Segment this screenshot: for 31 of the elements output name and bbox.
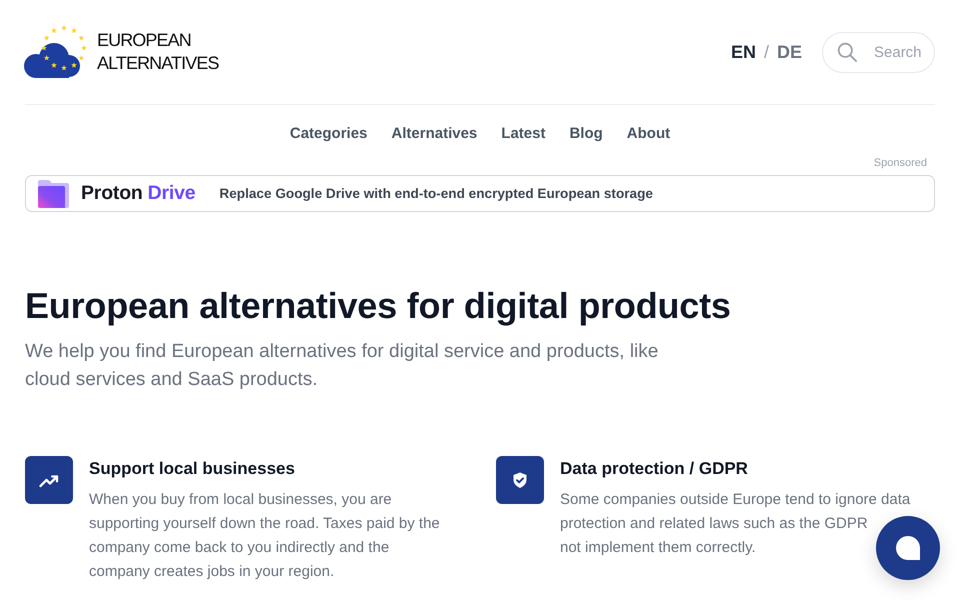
feature-description-line: company come back to you indirectly and the <box>89 538 390 558</box>
trending-up-icon <box>25 456 73 504</box>
nav-link[interactable]: Categories <box>290 123 368 145</box>
page-subtitle: We help you find European alternatives for digital service and products, like cloud services and SaaS products. <box>25 340 660 392</box>
site-name-text[interactable]: EUROPEAN ALTERNATIVES <box>97 29 219 75</box>
nav-link[interactable]: Alternatives <box>391 123 478 145</box>
feature-description-line: protection and related laws such as the GDPR <box>560 514 868 534</box>
folder-icon <box>38 180 69 208</box>
sponsored-label: Sponsored <box>874 156 927 170</box>
feature-description-line: not implement them correctly. <box>560 538 756 558</box>
ad-brand-logo: Proton Drive <box>81 182 196 205</box>
nav-link[interactable]: Blog <box>569 123 603 145</box>
feature-title: Support local businesses <box>89 458 296 480</box>
chat-bubble-icon <box>896 536 920 560</box>
page-title: European alternatives for digital products <box>25 285 732 327</box>
language-link[interactable]: EN <box>730 42 756 62</box>
language-separator: / <box>764 42 769 62</box>
language-link[interactable]: DE <box>776 42 802 62</box>
ad-banner[interactable]: Proton Drive Replace Google Drive with end-to-end encrypted European storage <box>25 175 935 212</box>
nav-link[interactable]: About <box>626 123 670 145</box>
feature-description-line: Some companies outside Europe tend to ignore data <box>560 490 910 510</box>
search-icon <box>837 42 857 62</box>
shield-check-icon <box>496 456 544 504</box>
nav-link[interactable]: Latest <box>501 123 546 145</box>
feature-title: Data protection / GDPR <box>560 458 749 480</box>
feature-description-line: company creates jobs in your region. <box>89 562 334 582</box>
ad-text: Replace Google Drive with end-to-end encrypted European storage <box>219 186 653 201</box>
feature-description-line: When you buy from local businesses, you are <box>89 490 392 510</box>
cloud-stars-logo-icon[interactable] <box>24 24 88 80</box>
feature-description-line: supporting yourself down the road. Taxes paid by the <box>89 514 440 534</box>
search-field[interactable]: Search <box>822 32 935 72</box>
